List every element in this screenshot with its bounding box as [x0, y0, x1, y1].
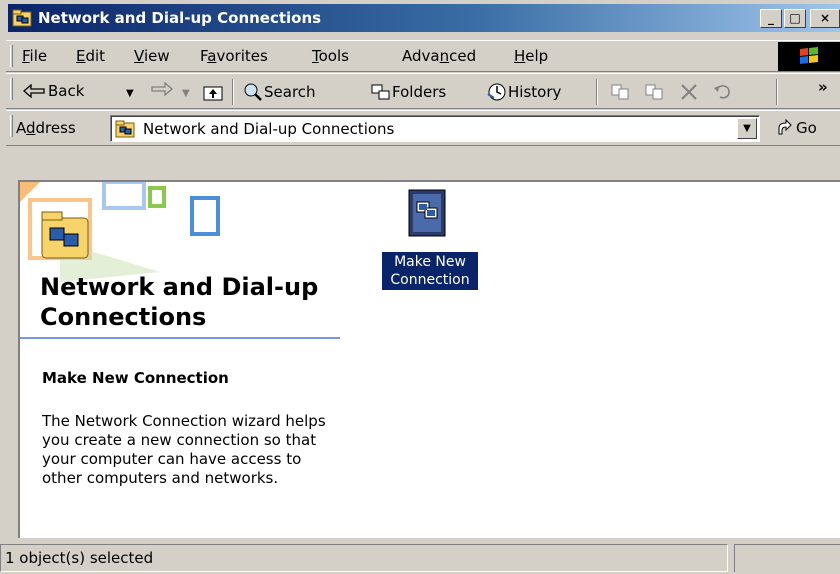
address-label-accel: d — [26, 119, 36, 137]
network-banner-graphic — [20, 182, 220, 282]
menu-advanced-pre: Adva — [402, 47, 440, 65]
minimize-button[interactable]: _ — [760, 9, 782, 28]
toolbar-separator — [776, 79, 778, 105]
title-bar[interactable]: Network and Dial-up Connections _ □ × — [0, 0, 840, 34]
menu-help[interactable]: Help — [514, 47, 548, 65]
pane-description: The Network Connection wizard helps you … — [42, 412, 326, 487]
forward-dropdown-icon[interactable]: ▼ — [182, 88, 190, 99]
make-new-connection-item[interactable]: Make New Connection — [376, 186, 486, 296]
item-label: Make New Connection — [381, 251, 479, 291]
info-pane: Network and Dial-up Connections Make New… — [20, 182, 340, 538]
toolbar-chevron[interactable]: » — [818, 78, 828, 96]
toolbar-separator — [232, 79, 234, 105]
go-label: Go — [796, 119, 817, 137]
menu-tools-accel: T — [312, 47, 319, 65]
search-button[interactable]: Search — [242, 82, 316, 102]
address-bar: Address Network and Dial-up Connections … — [6, 110, 840, 146]
search-icon — [244, 83, 262, 101]
menu-advanced-label: ced — [449, 47, 477, 65]
up-folder-icon[interactable] — [202, 81, 224, 103]
status-panel-secondary — [734, 544, 840, 572]
status-bar: 1 object(s) selected — [0, 540, 840, 574]
menu-view-accel: V — [134, 47, 144, 65]
go-button[interactable]: Go — [776, 119, 817, 137]
maximize-button[interactable]: □ — [784, 9, 806, 28]
menu-help-label: elp — [525, 47, 549, 65]
network-connection-icon — [408, 189, 446, 237]
menu-bar-grip[interactable] — [10, 45, 13, 67]
toolbar-grip[interactable] — [10, 78, 13, 100]
history-button[interactable]: History — [486, 82, 561, 102]
address-input[interactable]: Network and Dial-up Connections ▼ — [110, 115, 760, 142]
menu-tools-label: ools — [318, 47, 349, 65]
pane-divider — [20, 337, 340, 339]
go-arrow-icon — [778, 119, 792, 135]
folders-button[interactable]: Folders — [370, 82, 446, 102]
close-button[interactable]: × — [810, 9, 840, 28]
back-button[interactable]: Back — [22, 82, 84, 100]
address-grip[interactable] — [10, 115, 13, 137]
chevron-down-icon: ▼ — [743, 123, 751, 134]
menu-file[interactable]: File — [22, 47, 47, 65]
forward-button[interactable] — [150, 82, 174, 96]
menu-file-accel: F — [22, 47, 30, 65]
content-area: Network and Dial-up Connections Make New… — [18, 180, 840, 538]
address-label: Address — [16, 119, 76, 137]
menu-favorites-label: vorites — [216, 47, 268, 65]
pane-subtitle: Make New Connection — [42, 369, 229, 387]
network-folder-icon — [115, 120, 135, 138]
menu-bar: File Edit View Favorites Tools Advanced … — [6, 40, 840, 72]
folders-icon — [371, 84, 390, 100]
status-panel: 1 object(s) selected — [0, 544, 728, 572]
history-label: History — [508, 83, 562, 101]
windows-flag-icon — [800, 47, 818, 64]
menu-favorites[interactable]: Favorites — [200, 47, 268, 65]
network-folder-icon — [12, 9, 32, 27]
copy-to-icon[interactable] — [644, 81, 666, 103]
address-value: Network and Dial-up Connections — [143, 120, 395, 138]
windows-logo — [778, 42, 840, 71]
search-label: Search — [264, 83, 316, 101]
address-dropdown-button[interactable]: ▼ — [737, 118, 757, 139]
back-label: Back — [48, 82, 85, 100]
address-label-pre: A — [16, 119, 26, 137]
menu-edit[interactable]: Edit — [76, 47, 105, 65]
undo-icon[interactable] — [712, 81, 734, 103]
back-dropdown-icon[interactable]: ▼ — [126, 88, 134, 99]
menu-advanced[interactable]: Advanced — [402, 47, 476, 65]
history-icon — [487, 83, 506, 101]
back-arrow-icon — [23, 84, 45, 98]
pane-title: Network and Dial-up Connections — [40, 273, 319, 331]
menu-file-label: ile — [29, 47, 48, 65]
explorer-window: Network and Dial-up Connections _ □ × Fi… — [0, 0, 840, 574]
status-text: 1 object(s) selected — [5, 549, 154, 567]
folders-label: Folders — [392, 83, 447, 101]
window-title: Network and Dial-up Connections — [38, 9, 322, 27]
menu-view-label: iew — [143, 47, 170, 65]
standard-toolbar: Back ▼ ▼ Search Folders History » — [6, 73, 840, 109]
menu-help-accel: H — [514, 47, 526, 65]
toolbar-separator — [596, 79, 598, 105]
delete-icon[interactable] — [678, 81, 700, 103]
forward-arrow-icon — [151, 82, 173, 96]
menu-advanced-accel: n — [439, 47, 450, 65]
menu-tools[interactable]: Tools — [312, 47, 349, 65]
menu-edit-label: dit — [85, 47, 106, 65]
menu-view[interactable]: View — [134, 47, 170, 65]
address-label-rest: dress — [35, 119, 76, 137]
move-to-icon[interactable] — [610, 81, 632, 103]
